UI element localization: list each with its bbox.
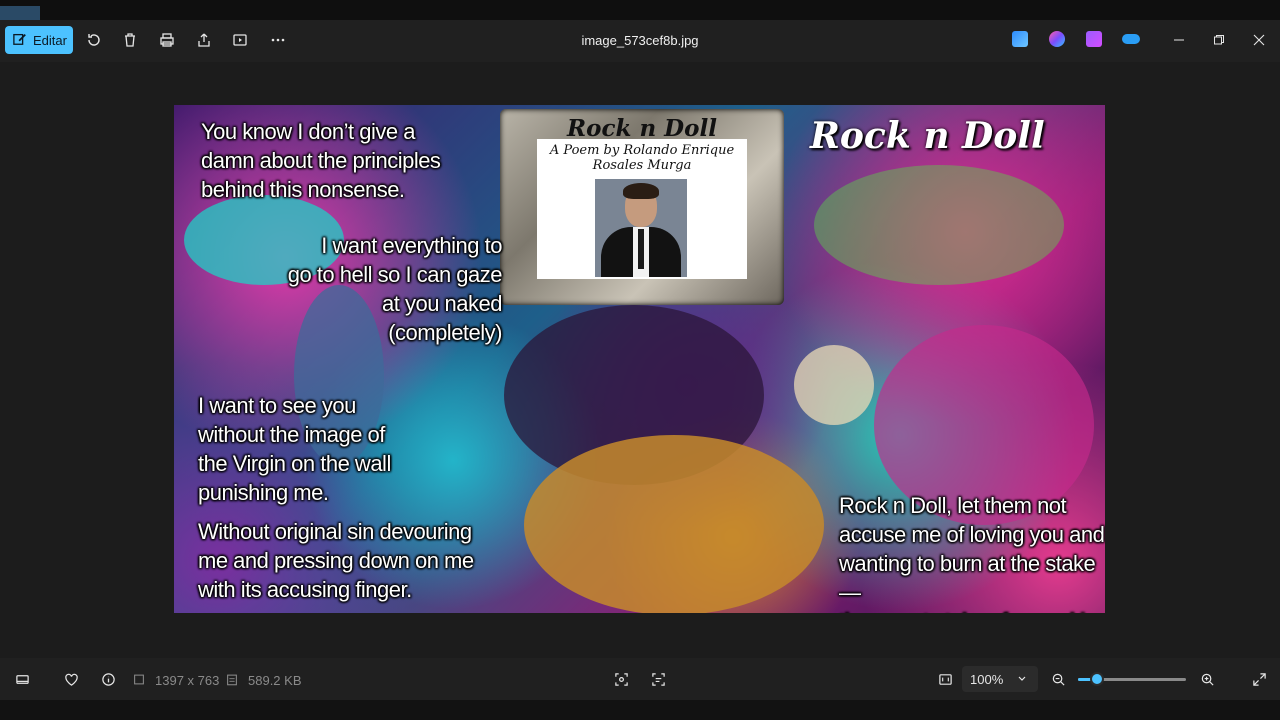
author-portrait [595, 179, 687, 277]
minimize-icon[interactable] [1167, 29, 1191, 51]
chevron-down-icon [1017, 672, 1027, 687]
art-decoration [524, 435, 824, 613]
image-dimensions: 1397 x 763 [155, 673, 220, 688]
dimensions-icon [132, 670, 146, 688]
poem-verse-4: Without original sin devouring me and pr… [198, 519, 474, 602]
info-icon[interactable] [99, 670, 117, 688]
poem-verse-1: You know I don’t give a damn about the p… [201, 119, 441, 202]
onedrive-icon[interactable] [1122, 34, 1140, 44]
close-icon[interactable] [1247, 29, 1271, 51]
zoom-slider-thumb[interactable] [1090, 672, 1104, 686]
art-decoration [814, 165, 1064, 285]
poem-verse-2: I want everything to go to hell so I can… [287, 233, 503, 345]
photo-editor-app-icon[interactable] [1012, 31, 1028, 47]
fit-to-window-icon[interactable] [936, 670, 954, 688]
file-size-icon [225, 670, 239, 688]
filmstrip-icon[interactable] [13, 670, 31, 688]
toolbar: Editar image_573cef8b.jpg [0, 20, 1280, 62]
zoom-value: 100% [970, 671, 1004, 687]
file-size: 589.2 KB [248, 673, 302, 688]
poem-verse-5: Rock n Doll, let them not accuse me of l… [839, 493, 1105, 613]
frame-title: Rock n Doll [567, 115, 717, 142]
scan-text-icon[interactable] [649, 670, 667, 688]
image-viewer[interactable]: Rock n Doll A Poem by Rolando Enrique Ro… [0, 62, 1280, 658]
poem-artwork-image[interactable]: Rock n Doll A Poem by Rolando Enrique Ro… [174, 105, 1105, 613]
status-bar: 1397 x 763 589.2 KB 100% [0, 658, 1280, 700]
taskbar-indicator [0, 6, 40, 20]
artwork-title: Rock n Doll [810, 115, 1045, 157]
desktop-bottom-strip [0, 700, 1280, 720]
fullscreen-icon[interactable] [1250, 670, 1268, 688]
favorite-heart-icon[interactable] [62, 670, 80, 688]
picture-frame: Rock n Doll A Poem by Rolando Enrique Ro… [500, 109, 784, 305]
zoom-slider[interactable] [1078, 672, 1186, 686]
melting-clock-icon [794, 345, 874, 425]
visual-search-icon[interactable] [612, 670, 630, 688]
desktop-top-strip [0, 0, 1280, 20]
frame-subtitle: A Poem by Rolando Enrique Rosales Murga [549, 143, 735, 173]
frame-canvas: A Poem by Rolando Enrique Rosales Murga [537, 139, 747, 279]
poem-verse-3: I want to see you without the image of t… [198, 393, 391, 505]
copilot-app-icon[interactable] [1049, 31, 1065, 47]
zoom-select[interactable]: 100% [962, 666, 1038, 692]
zoom-out-icon[interactable] [1049, 670, 1067, 688]
zoom-in-icon[interactable] [1198, 670, 1216, 688]
clipchamp-app-icon[interactable] [1086, 31, 1102, 47]
restore-icon[interactable] [1207, 29, 1231, 51]
